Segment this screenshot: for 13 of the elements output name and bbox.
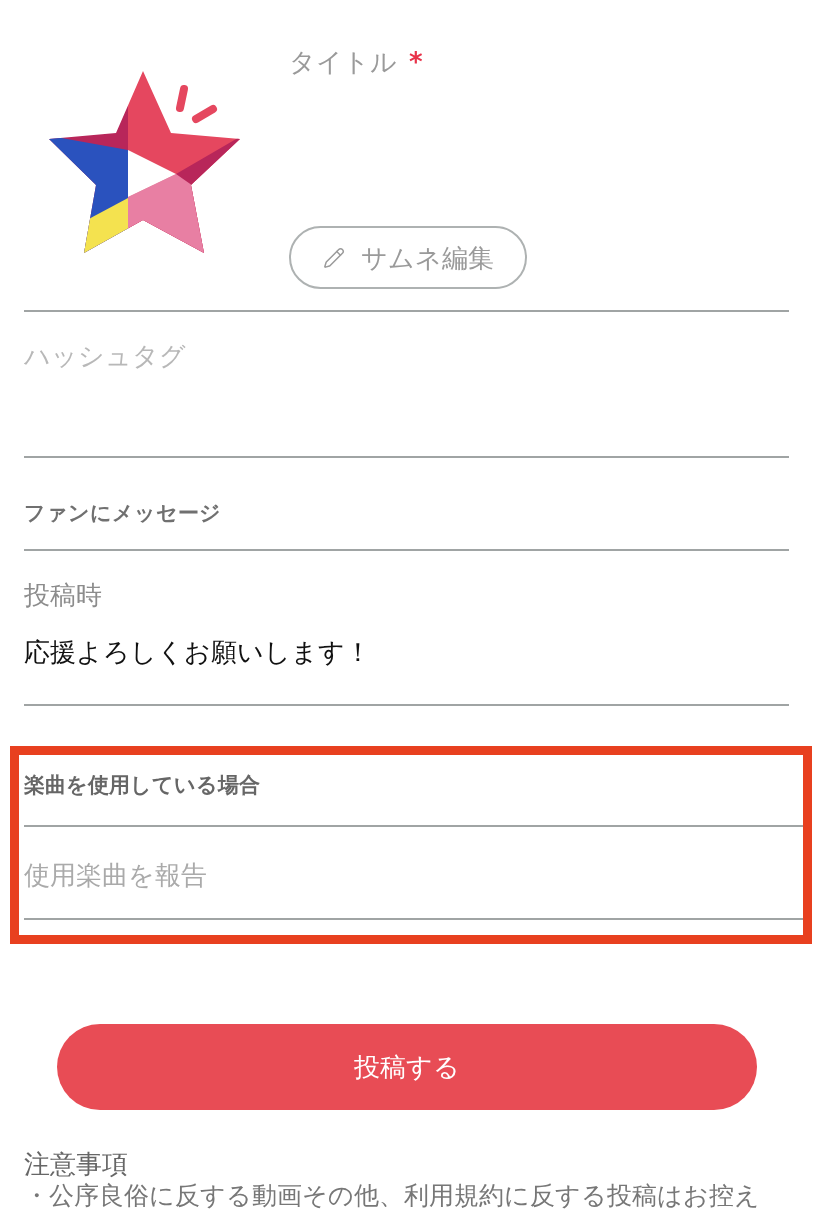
notes-heading: 注意事項 [24, 1148, 128, 1180]
field-label: 投稿時 [24, 579, 102, 612]
section-heading: 楽曲を使用している場合 [24, 772, 261, 799]
edit-thumbnail-button[interactable]: サムネ編集 [289, 226, 527, 289]
required-mark: * [409, 46, 423, 79]
post-button[interactable]: 投稿する [56, 1024, 757, 1110]
hashtag-input[interactable]: ハッシュタグ [24, 336, 789, 376]
music-report-input[interactable]: 使用楽曲を報告 [24, 855, 803, 895]
message-input[interactable]: 応援よろしくお願いします！ [24, 634, 789, 670]
note-text: ・公序良俗に反する動画その他、利用規約に反する投稿はお控え [24, 1182, 760, 1210]
section-heading: ファンにメッセージ [24, 500, 222, 527]
pencil-icon [322, 246, 345, 269]
title-label: タイトル [289, 46, 397, 79]
